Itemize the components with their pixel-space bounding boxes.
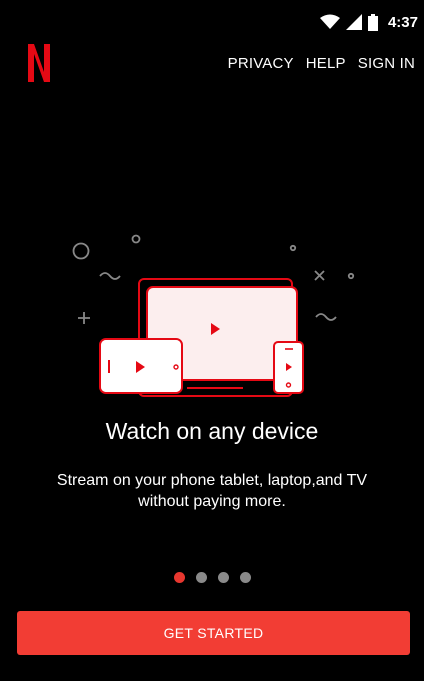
get-started-button[interactable]: GET STARTED xyxy=(17,611,410,655)
battery-icon xyxy=(367,13,378,31)
onboarding-title: Watch on any device xyxy=(105,418,319,444)
page-dot-3[interactable] xyxy=(217,572,229,583)
privacy-link[interactable]: PRIVACY xyxy=(228,55,294,72)
netflix-logo[interactable] xyxy=(28,44,50,82)
page-dot-2[interactable] xyxy=(195,572,207,583)
page-dot-1[interactable] xyxy=(173,572,185,583)
status-time: 4:37 xyxy=(387,13,418,31)
onboarding-description: Stream on your phone tablet, laptop,and … xyxy=(56,472,368,510)
devices-illustration xyxy=(72,234,355,397)
status-icons: 4:37 xyxy=(319,12,418,32)
page-dot-4[interactable] xyxy=(239,572,251,583)
wifi-icon xyxy=(319,14,340,29)
top-nav: PRIVACY HELP SIGN IN xyxy=(228,55,415,72)
cell-signal-icon xyxy=(345,14,362,30)
status-bar: 4:37 xyxy=(0,0,424,44)
help-link[interactable]: HELP xyxy=(306,55,346,72)
sign-in-link[interactable]: SIGN IN xyxy=(358,55,415,72)
phone-illustration xyxy=(273,341,304,394)
onboarding-screen: 4:37 PRIVACY HELP SIGN IN Watch on any d… xyxy=(0,0,424,681)
page-indicator xyxy=(0,572,424,583)
tablet-illustration xyxy=(99,338,183,394)
